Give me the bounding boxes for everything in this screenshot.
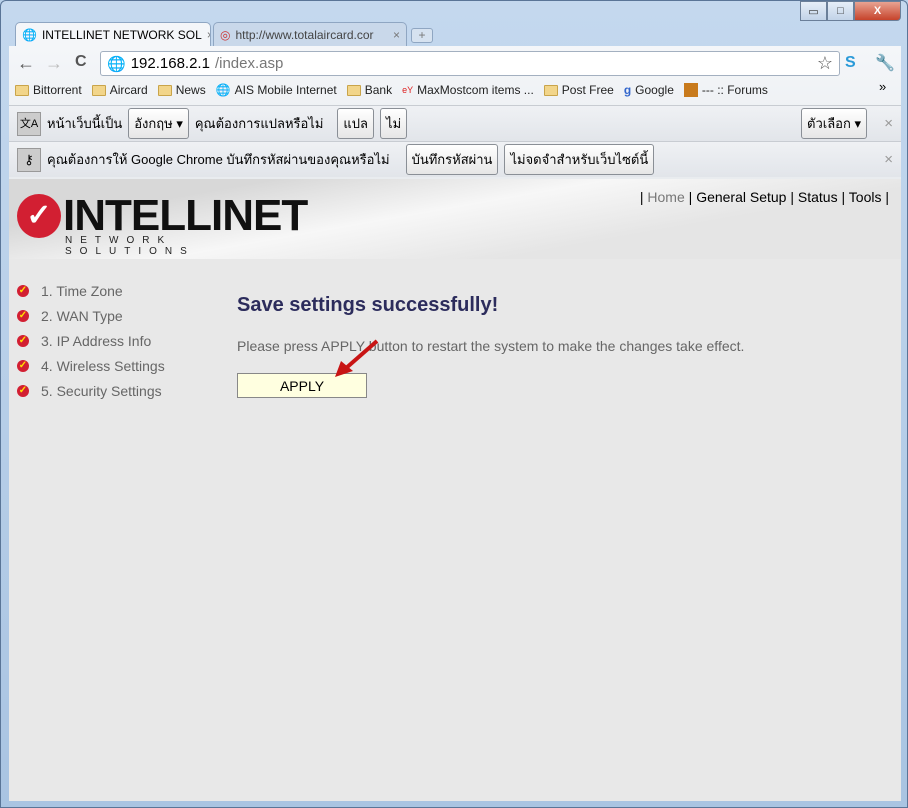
new-tab-button[interactable]: + (411, 28, 433, 43)
sidebar-item-ip-address[interactable]: ✓ 3. IP Address Info (17, 328, 165, 353)
tab-totalaircard[interactable]: ◎ http://www.totalaircard.cor × (213, 22, 407, 46)
bookmark-bittorrent[interactable]: Bittorrent (15, 83, 82, 97)
bookmark-aircard[interactable]: Aircard (91, 83, 148, 97)
url-path: /index.asp (214, 55, 284, 72)
reload-button[interactable]: C (75, 53, 87, 71)
sidebar-item-security[interactable]: ✓ 5. Security Settings (17, 378, 165, 403)
sidebar: ✓ 1. Time Zone ✓ 2. WAN Type ✓ 3. IP Addres… (17, 278, 165, 403)
sidebar-label: 1. Time Zone (41, 282, 123, 299)
translate-button[interactable]: แปล (337, 108, 375, 139)
translate-icon: 文A (17, 111, 41, 136)
close-infobar-icon[interactable]: × (884, 151, 893, 168)
tab-close-icon[interactable]: × (207, 28, 210, 42)
bookmarks-more-button[interactable]: » (879, 79, 886, 94)
language-label: อังกฤษ (134, 116, 173, 131)
bookmark-google[interactable]: g Google (624, 83, 674, 97)
tab-title: http://www.totalaircard.cor (235, 27, 374, 42)
page-header: ✓ INTELLINET NETWORK SOLUTIONS | Home | … (9, 179, 901, 259)
globe-icon: 🌐 (22, 27, 37, 42)
red-arrow-annotation-icon (335, 339, 379, 377)
folder-icon (543, 84, 558, 96)
check-icon: ✓ (17, 384, 29, 397)
forum-icon (683, 83, 698, 97)
browser-window: ▭ □ X 🌐 INTELLINET NETWORK SOL × ◎ http:… (0, 0, 908, 808)
bookmark-forums[interactable]: --- :: Forums (683, 83, 768, 97)
nav-home[interactable]: Home (647, 189, 684, 205)
bookmark-bank[interactable]: Bank (346, 83, 392, 97)
sidebar-label: 3. IP Address Info (41, 332, 152, 349)
key-icon: ⚷ (17, 147, 41, 172)
address-bar[interactable]: 🌐 192.168.2.1/index.asp ☆ (100, 51, 840, 76)
tab-close-icon[interactable]: × (393, 28, 400, 42)
no-translate-button[interactable]: ไม่ (380, 108, 408, 139)
sidebar-item-time-zone[interactable]: ✓ 1. Time Zone (17, 278, 165, 303)
ebay-icon: eY (402, 85, 414, 95)
skype-icon[interactable]: S (845, 54, 856, 72)
close-window-button[interactable]: X (854, 1, 901, 21)
apply-message: Please press APPLY button to restart the… (237, 338, 745, 354)
bookmarks-bar: Bittorrent Aircard News 🌐 AIS Mobile Inte… (9, 80, 768, 100)
nav-general-setup[interactable]: General Setup (696, 189, 786, 205)
translate-question: คุณต้องการแปลหรือไม่ (194, 116, 324, 131)
router-page: ✓ INTELLINET NETWORK SOLUTIONS | Home | … (9, 179, 901, 801)
sidebar-item-wireless[interactable]: ✓ 4. Wireless Settings (17, 353, 165, 378)
maximize-button[interactable]: □ (827, 1, 854, 21)
window-controls: ▭ □ X (800, 1, 901, 21)
folder-icon (157, 84, 172, 96)
options-dropdown[interactable]: ตัวเลือก ▾ (801, 108, 867, 139)
logo-brand: INTELLINET (63, 191, 308, 240)
intellinet-logo: ✓ INTELLINET NETWORK SOLUTIONS (17, 191, 308, 257)
star-icon[interactable]: ☆ (817, 53, 833, 74)
sidebar-label: 4. Wireless Settings (41, 357, 165, 374)
save-password-button[interactable]: บันทึกรหัสผ่าน (405, 144, 499, 175)
check-icon: ✓ (17, 284, 29, 297)
bookmark-maxmostcom[interactable]: eY MaxMostcom items ... (402, 83, 534, 97)
browser-toolbar: ← → C 🌐 192.168.2.1/index.asp ☆ S 🔧 Bitt… (9, 46, 901, 179)
wrench-icon[interactable]: 🔧 (875, 53, 895, 73)
page-title: Save settings successfully! (237, 294, 499, 316)
forward-button[interactable]: → (45, 53, 63, 74)
nav-status[interactable]: Status (798, 189, 838, 205)
password-infobar: ⚷ คุณต้องการให้ Google Chrome บันทึกรหัส… (9, 141, 901, 177)
check-icon: ✓ (17, 309, 29, 322)
minimize-button[interactable]: ▭ (800, 1, 827, 21)
sidebar-item-wan-type[interactable]: ✓ 2. WAN Type (17, 303, 165, 328)
sidebar-label: 5. Security Settings (41, 382, 162, 399)
google-icon: g (623, 83, 632, 97)
globe-icon: 🌐 (215, 83, 231, 97)
site-icon: ◎ (220, 27, 231, 42)
close-infobar-icon[interactable]: × (884, 115, 893, 132)
language-dropdown[interactable]: อังกฤษ ▾ (128, 108, 189, 139)
check-icon: ✓ (17, 334, 29, 347)
folder-icon (91, 84, 106, 96)
folder-icon (346, 84, 361, 96)
top-navigation: | Home | General Setup | Status | Tools … (639, 189, 889, 205)
folder-icon (15, 84, 29, 96)
logo-tagline: NETWORK SOLUTIONS (65, 235, 195, 257)
never-save-button[interactable]: ไม่จดจำสำหรับเว็บไซต์นี้ (504, 144, 655, 175)
check-icon: ✓ (17, 359, 29, 372)
bookmark-news[interactable]: News (157, 83, 206, 97)
globe-icon: 🌐 (107, 55, 126, 73)
bookmark-postfree[interactable]: Post Free (543, 83, 614, 97)
nav-tools[interactable]: Tools (849, 189, 882, 205)
bookmark-ais[interactable]: 🌐 AIS Mobile Internet (216, 83, 337, 97)
password-question: คุณต้องการให้ Google Chrome บันทึกรหัสผ่… (47, 152, 390, 167)
sidebar-label: 2. WAN Type (41, 307, 123, 324)
url-host: 192.168.2.1 (130, 55, 210, 72)
tab-title: INTELLINET NETWORK SOL (41, 27, 202, 42)
tab-intellinet[interactable]: 🌐 INTELLINET NETWORK SOL × (15, 22, 211, 46)
back-button[interactable]: ← (17, 53, 35, 74)
check-logo-icon: ✓ (17, 194, 61, 238)
options-label: ตัวเลือก (807, 116, 851, 131)
translate-infobar: 文A หน้าเว็บนี้เป็น อังกฤษ ▾ คุณต้องการแป… (9, 105, 901, 141)
translate-text: หน้าเว็บนี้เป็น (47, 116, 123, 131)
